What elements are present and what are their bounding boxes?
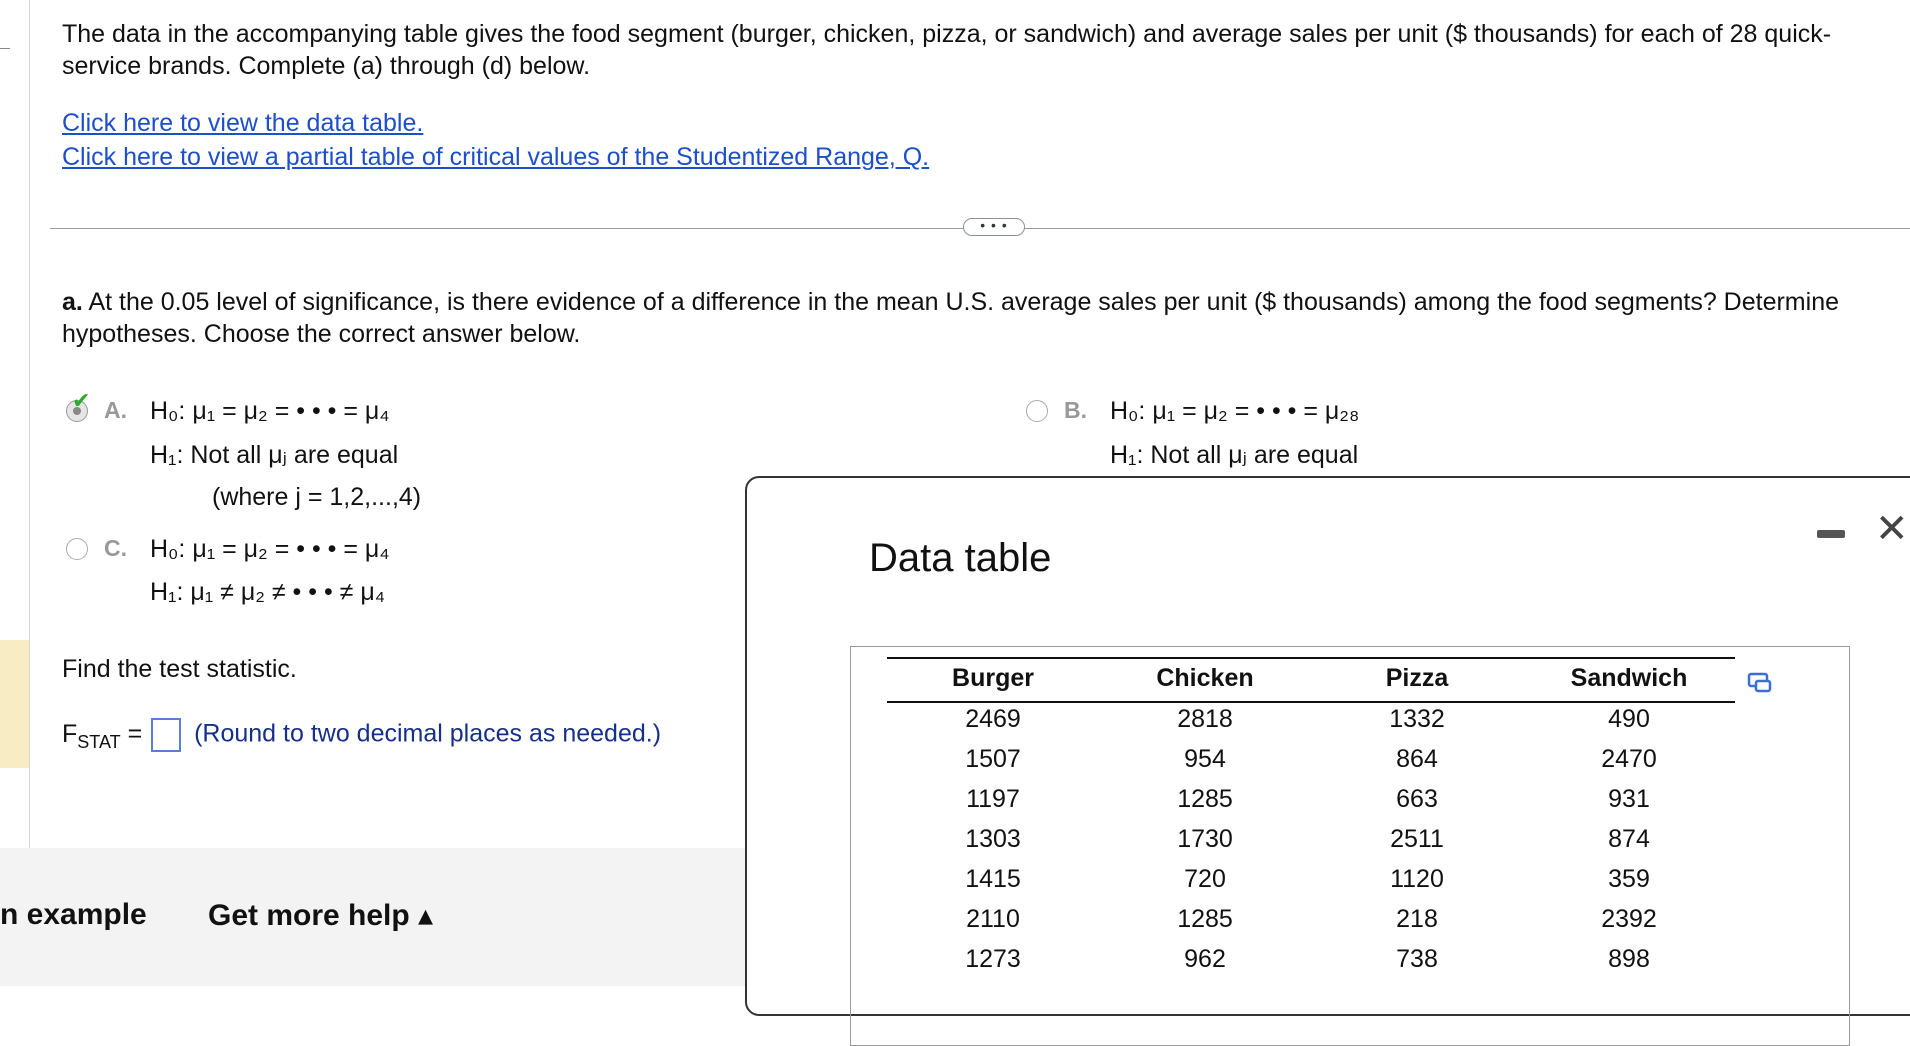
table-cell: 2469: [965, 705, 1021, 733]
expand-more-button[interactable]: • • •: [963, 218, 1025, 236]
table-cell: 1120: [1390, 865, 1444, 893]
close-button[interactable]: ✕: [1875, 506, 1909, 552]
header-sandwich: Sandwich: [1570, 664, 1688, 692]
table-cell: 1507: [965, 745, 1021, 773]
table-cell: 218: [1396, 905, 1438, 933]
table-cell: 898: [1608, 945, 1650, 973]
table-cell: 663: [1396, 785, 1438, 813]
view-example-button[interactable]: n example: [0, 898, 147, 932]
table-row: 1415 720 1120 359: [887, 865, 1735, 905]
table-cell: 2470: [1601, 745, 1657, 773]
table-row: 1303 1730 2511 874: [887, 825, 1735, 865]
option-b-h1: H₁: Not all μⱼ are equal: [1110, 441, 1359, 469]
option-b-h0: H₀: μ₁ = μ₂ = • • • = μ₂₈: [1110, 397, 1360, 425]
option-c-h0: H₀: μ₁ = μ₂ = • • • = μ₄: [150, 535, 390, 563]
table-cell: 2818: [1177, 705, 1233, 733]
table-cell: 874: [1608, 825, 1650, 853]
option-b-radio[interactable]: [1026, 400, 1048, 422]
table-row: 2469 2818 1332 490: [887, 705, 1735, 745]
question-text: At the 0.05 level of significance, is th…: [62, 288, 1839, 348]
option-c-letter: C.: [104, 535, 127, 561]
table-cell: 1303: [965, 825, 1021, 853]
table-cell: 490: [1608, 705, 1650, 733]
table-cell: 1332: [1389, 705, 1445, 733]
table-cell: 1273: [965, 945, 1021, 973]
get-more-help-button[interactable]: Get more help ▴: [208, 898, 433, 933]
problem-intro: The data in the accompanying table gives…: [62, 20, 1832, 80]
table-cell: 864: [1396, 745, 1438, 773]
table-header-row: Burger Chicken Pizza Sandwich: [887, 664, 1735, 704]
fstat-equals: =: [127, 719, 143, 748]
table-cell: 359: [1608, 865, 1650, 893]
question-label: a.: [62, 288, 83, 316]
table-cell: 2392: [1601, 905, 1657, 933]
option-a-h1: H₁: Not all μⱼ are equal: [150, 441, 399, 469]
option-a-where: (where j = 1,2,...,4): [212, 483, 422, 511]
table-cell: 1285: [1177, 905, 1233, 933]
view-data-table-link[interactable]: Click here to view the data table.: [62, 109, 423, 138]
table-cell: 1197: [966, 785, 1020, 813]
option-c-radio[interactable]: [66, 538, 88, 560]
option-b-letter: B.: [1064, 397, 1087, 423]
table-row: 2110 1285 218 2392: [887, 905, 1735, 945]
table-cell: 1285: [1177, 785, 1233, 813]
header-burger: Burger: [952, 664, 1034, 692]
minimize-button[interactable]: [1817, 530, 1845, 538]
table-row: 1273 962 738 898: [887, 945, 1735, 985]
copy-table-icon[interactable]: [1747, 672, 1773, 694]
table-cell: 2511: [1390, 825, 1444, 853]
table-cell: 931: [1608, 785, 1650, 813]
fstat-round-note: (Round to two decimal places as needed.): [194, 719, 662, 748]
table-row: 1197 1285 663 931: [887, 785, 1735, 825]
dialog-title: Data table: [869, 536, 1052, 580]
table-row: 1507 954 864 2470: [887, 745, 1735, 785]
fstat-row: FSTAT = (Round to two decimal places as …: [62, 718, 661, 753]
table-cell: 1730: [1177, 825, 1233, 853]
option-a-h0: H₀: μ₁ = μ₂ = • • • = μ₄: [150, 397, 390, 425]
table-header-rule: [887, 701, 1735, 703]
table-cell: 962: [1184, 945, 1226, 973]
table-cell: 1415: [965, 865, 1021, 893]
question-a: a. At the 0.05 level of significance, is…: [62, 286, 1910, 350]
table-cell: 738: [1396, 945, 1438, 973]
option-a-letter: A.: [104, 397, 127, 423]
header-chicken: Chicken: [1156, 664, 1254, 692]
table-cell: 2110: [966, 905, 1020, 933]
fstat-input[interactable]: [151, 718, 182, 752]
left-rule: [29, 0, 30, 848]
correct-check-icon: ✔: [72, 388, 91, 413]
header-pizza: Pizza: [1385, 664, 1449, 692]
data-table-dialog: Data table ✕ Burger Chicken Pizza Sandwi…: [745, 476, 1910, 1046]
table-cell: 720: [1184, 865, 1226, 893]
find-test-statistic: Find the test statistic.: [62, 655, 297, 683]
left-tick: [0, 48, 10, 49]
side-highlight: [0, 640, 29, 768]
table-top-rule: [887, 657, 1735, 659]
fstat-label: FSTAT: [62, 719, 121, 752]
view-critical-values-link[interactable]: Click here to view a partial table of cr…: [62, 143, 929, 172]
table-cell: 954: [1184, 745, 1226, 773]
option-c-h1: H₁: μ₁ ≠ μ₂ ≠ • • • ≠ μ₄: [150, 578, 385, 606]
